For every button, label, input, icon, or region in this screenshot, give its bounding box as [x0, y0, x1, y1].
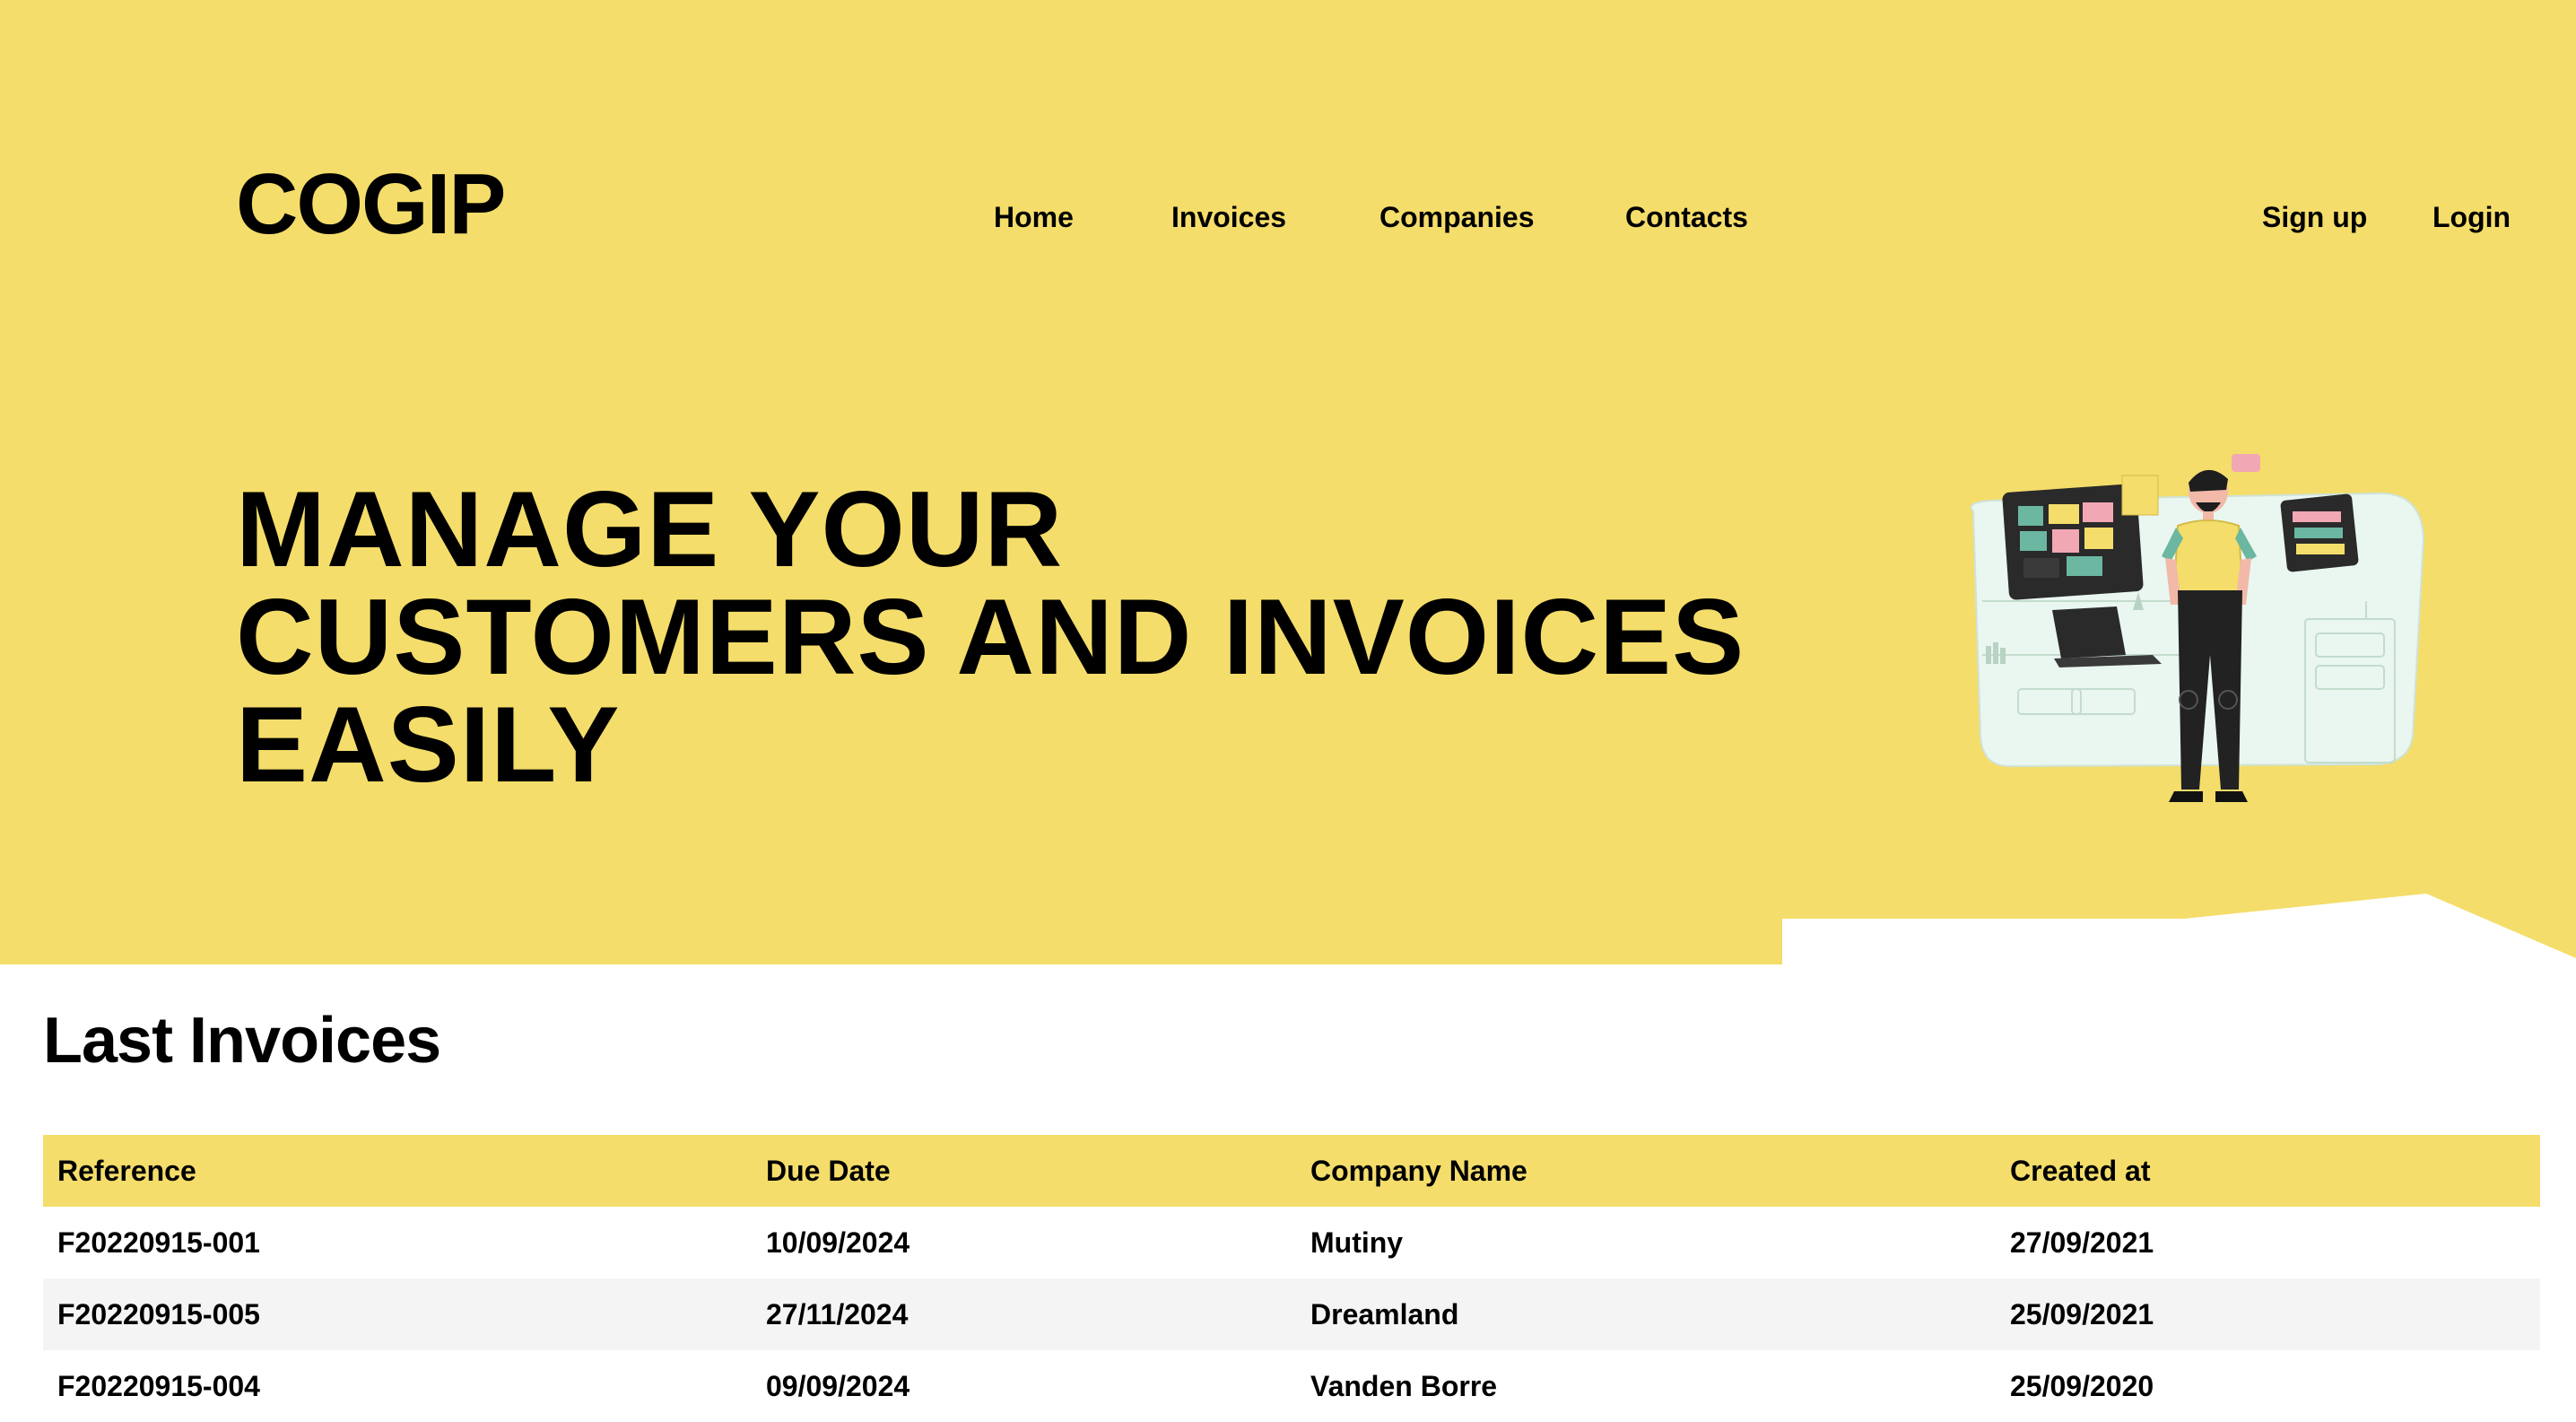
cell-created-at: 25/09/2021 [2010, 1297, 2154, 1330]
signup-link[interactable]: Sign up [2262, 199, 2367, 235]
cell-created-at: 25/09/2020 [2010, 1369, 2154, 1402]
office-person-illustration [1970, 454, 2425, 802]
login-link[interactable]: Login [2432, 199, 2511, 235]
last-invoices-heading: Last Invoices [43, 1005, 441, 1077]
hero-headline-line-3: EASILY [236, 685, 621, 805]
cell-reference: F20220915-004 [57, 1369, 260, 1402]
column-header-created-at[interactable]: Created at [1996, 1135, 2540, 1207]
nav-companies-link[interactable]: Companies [1379, 199, 1534, 235]
cell-due-date: 27/11/2024 [766, 1297, 909, 1330]
hero-headline-line-1: MANAGE YOUR [236, 469, 1064, 589]
table-row[interactable]: F20220915-001 10/09/2024 Mutiny 27/09/20… [43, 1207, 2540, 1278]
nav-invoices-link[interactable]: Invoices [1171, 199, 1286, 235]
cell-due-date: 09/09/2024 [766, 1369, 910, 1402]
cell-company-name: Dreamland [1310, 1297, 1459, 1330]
column-header-company-name[interactable]: Company Name [1296, 1135, 1996, 1207]
cell-company-name: Vanden Borre [1310, 1369, 1498, 1402]
table-row[interactable]: F20220915-004 09/09/2024 Vanden Borre 25… [43, 1350, 2540, 1422]
cell-reference: F20220915-001 [57, 1226, 260, 1259]
invoices-table: Reference Due Date Company Name Created … [43, 1135, 2540, 1422]
main-nav: Home Invoices Companies Contacts Sign up… [0, 199, 2576, 235]
cell-created-at: 27/09/2021 [2010, 1226, 2154, 1259]
column-header-due-date[interactable]: Due Date [752, 1135, 1296, 1207]
hero-headline-line-2: CUSTOMERS AND INVOICES [236, 577, 1745, 697]
nav-contacts-link[interactable]: Contacts [1625, 199, 1748, 235]
nav-home-link[interactable]: Home [994, 199, 1074, 235]
cell-due-date: 10/09/2024 [766, 1226, 910, 1259]
table-header-row: Reference Due Date Company Name Created … [43, 1135, 2540, 1207]
cell-company-name: Mutiny [1310, 1226, 1404, 1259]
cell-reference: F20220915-005 [57, 1297, 260, 1330]
table-row[interactable]: F20220915-005 27/11/2024 Dreamland 25/09… [43, 1278, 2540, 1350]
column-header-reference[interactable]: Reference [43, 1135, 752, 1207]
hero-headline: MANAGE YOUR CUSTOMERS AND INVOICES EASIL… [236, 475, 1850, 798]
